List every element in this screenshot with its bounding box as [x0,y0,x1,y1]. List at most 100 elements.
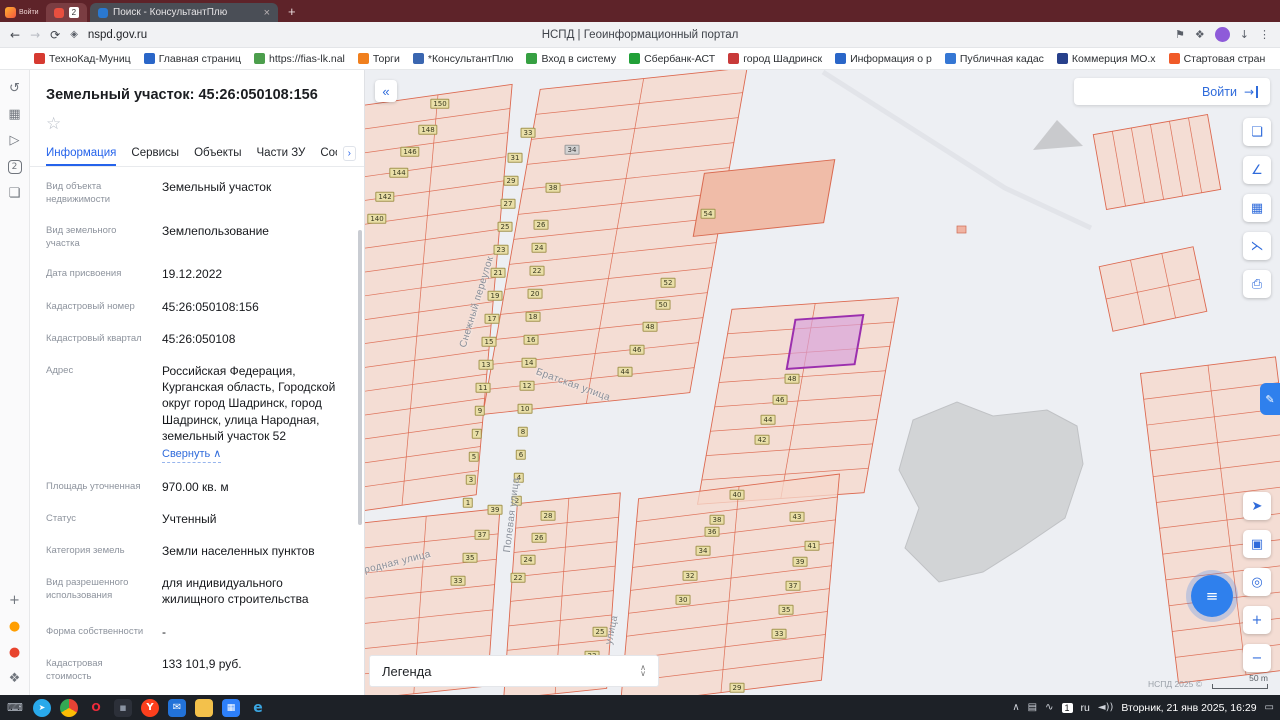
cadastral-block[interactable] [1098,246,1208,332]
browser-menu-icon[interactable]: ⋮ [1259,28,1270,41]
messenger-icon[interactable]: ❏ [9,187,21,200]
locate-tool[interactable]: ➤ [1243,492,1271,520]
system-tray: ∧ ▤ ∿ 1 ru ◄)) Вторник, 21 янв 2025, 16:29… [1012,702,1274,714]
favorite-star-icon[interactable]: ☆ [30,104,364,134]
panel-collapse-button[interactable]: « [375,80,397,102]
tray-icon[interactable]: ∿ [1045,702,1053,713]
explorer-icon[interactable] [195,698,213,717]
yandex-app2-icon[interactable]: ● [9,646,20,659]
extent-tool[interactable]: ▣ [1243,530,1271,558]
layers-tool[interactable]: ❏ [1243,118,1271,146]
collapse-link[interactable]: Свернуть ∧ [162,447,222,463]
chrome-icon[interactable] [60,698,78,717]
notification-center-icon[interactable]: ▭ [1265,702,1274,713]
panel-scrollbar[interactable] [358,230,362,525]
field-label: Вид объекта недвижимости [46,181,111,205]
feedback-side-tab[interactable]: ✎ [1260,383,1280,415]
edge-icon[interactable]: e [249,699,267,717]
extensions-icon[interactable]: ❖ [1195,28,1205,41]
services-icon[interactable]: ▦ [8,108,20,121]
cadastral-block[interactable] [1092,113,1222,211]
field-value: Российская Федерация, Курганская область… [162,363,348,463]
zoom-in-tool[interactable]: + [1243,606,1271,634]
legend-bar[interactable]: Легенда ∧ ∨ [369,655,659,687]
history-icon[interactable]: ↺ [9,82,20,95]
bookmark-item[interactable]: Главная страниц [143,53,241,65]
footpath [821,70,1093,231]
new-tab-button[interactable]: + [281,4,303,22]
bookmark-favicon-icon [254,53,266,64]
back-button[interactable]: ← [10,28,20,42]
share-tool[interactable]: ⋋ [1243,232,1271,260]
bookmark-item[interactable]: Публичная кадас [944,53,1044,65]
refresh-button[interactable]: ⟳ [50,28,60,42]
tab-counter-box[interactable]: 2 [7,160,22,174]
map-area[interactable]: 150 148 146 144 142 140 33 31 29 27 25 23 21 19 17 15 13… [365,70,1280,695]
yandex-browser-icon[interactable]: Y [141,698,159,717]
panel-tabs: Информация Сервисы Объекты Части ЗУ Соста [46,140,337,166]
bookmark-item[interactable]: Сбербанк-АСТ [629,53,715,65]
bookmark-item[interactable]: Стартовая стран [1168,53,1265,65]
tab-Информация[interactable]: Информация [46,140,116,166]
tabs-scroll-button[interactable]: › [342,145,356,161]
app-blue-icon[interactable]: ▦ [222,698,240,717]
telegram-icon[interactable]: ➤ [33,698,51,717]
tab-close-icon[interactable]: × [264,7,270,19]
volume-icon[interactable]: ◄)) [1098,702,1114,713]
opera-icon[interactable]: O [87,699,105,717]
browser-profile-chip[interactable]: Войти [3,7,43,22]
cadastral-block[interactable] [365,83,513,517]
tray-icon[interactable]: ▤ [1028,702,1037,713]
bookmark-flag-icon[interactable]: ⚑ [1175,28,1185,41]
site-security-icon[interactable]: ◈ [70,29,78,40]
cadastral-block[interactable] [482,70,748,415]
app-dark-icon[interactable]: ▪ [114,698,132,717]
tab-nspd[interactable]: 2 [45,3,88,22]
tab-Соста[interactable]: Соста [320,140,336,166]
forward-button[interactable]: → [30,28,40,42]
login-label: Войти [1201,84,1237,99]
yandex-app-icon[interactable]: ● [9,620,20,633]
bookmark-label: Коммерция МО.х [1071,52,1156,65]
print-tool[interactable]: ⎙ [1243,270,1271,298]
download-icon[interactable]: ↓ [1240,28,1249,41]
map-login-bar[interactable]: Войти → [1074,78,1270,105]
measure-tool[interactable]: ∠ [1243,156,1271,184]
bookmark-item[interactable]: https://fias-lk.nal [254,53,345,65]
browser-avatar[interactable] [1214,27,1230,42]
clock[interactable]: Вторник, 21 янв 2025, 16:29 [1121,702,1256,714]
language-indicator[interactable]: ru [1081,702,1090,714]
extensions-icon[interactable]: ❖ [9,672,21,685]
player-icon[interactable]: ▷ [10,134,20,147]
bookmark-item[interactable]: город Шадринск [728,53,822,65]
field-row: Вид земельного участка Землепользование [46,215,348,259]
bookmark-favicon-icon [412,53,424,64]
bookmark-item[interactable]: ТехноКад-Муниц [34,53,131,65]
zoom-out-tool[interactable]: − [1243,644,1271,672]
tab-Объекты[interactable]: Объекты [194,140,241,166]
tab-Сервисы[interactable]: Сервисы [131,140,179,166]
bookmark-item[interactable]: *КонсультантПлю [412,53,513,65]
info-tool[interactable]: ◎ [1243,568,1271,596]
bookmark-item[interactable]: Торги [357,53,400,65]
tray-icon[interactable]: ∧ [1012,702,1019,713]
selected-parcel-highlight[interactable] [785,313,865,371]
tab-Части ЗУ[interactable]: Части ЗУ [257,140,306,166]
add-panel-icon[interactable]: + [9,594,20,607]
field-value-text: 45:26:050108:156 [162,299,259,314]
bookmarks-bar: ТехноКад-Муниц Главная страниц https://fia… [0,48,1280,70]
select-area-tool[interactable]: ▦ [1243,194,1271,222]
login-arrow-icon: → [1244,85,1258,98]
tab-favicon-icon [53,7,64,18]
scale-bar [1212,684,1268,689]
bookmark-item[interactable]: Информация о р [835,53,932,65]
taskbar: ⌨ ➤ O ▪ Y ✉ ▦ e ∧ ▤ ∿ 1 ru ◄)) Вторник, 21 янв 20… [0,695,1280,720]
bookmark-item[interactable]: Вход в систему [526,53,616,65]
tab-consultant[interactable]: Поиск - КонсультантПлю × [90,3,279,22]
legend-toggle-icon[interactable]: ∧ ∨ [640,664,646,678]
mail-icon[interactable]: ✉ [168,698,186,717]
bookmark-item[interactable]: Коммерция МО.х [1056,52,1156,65]
chat-fab-button[interactable]: ≡ [1191,575,1233,617]
keyboard-icon[interactable]: ⌨ [6,699,24,717]
url-text[interactable]: nspd.gov.ru [88,29,147,41]
